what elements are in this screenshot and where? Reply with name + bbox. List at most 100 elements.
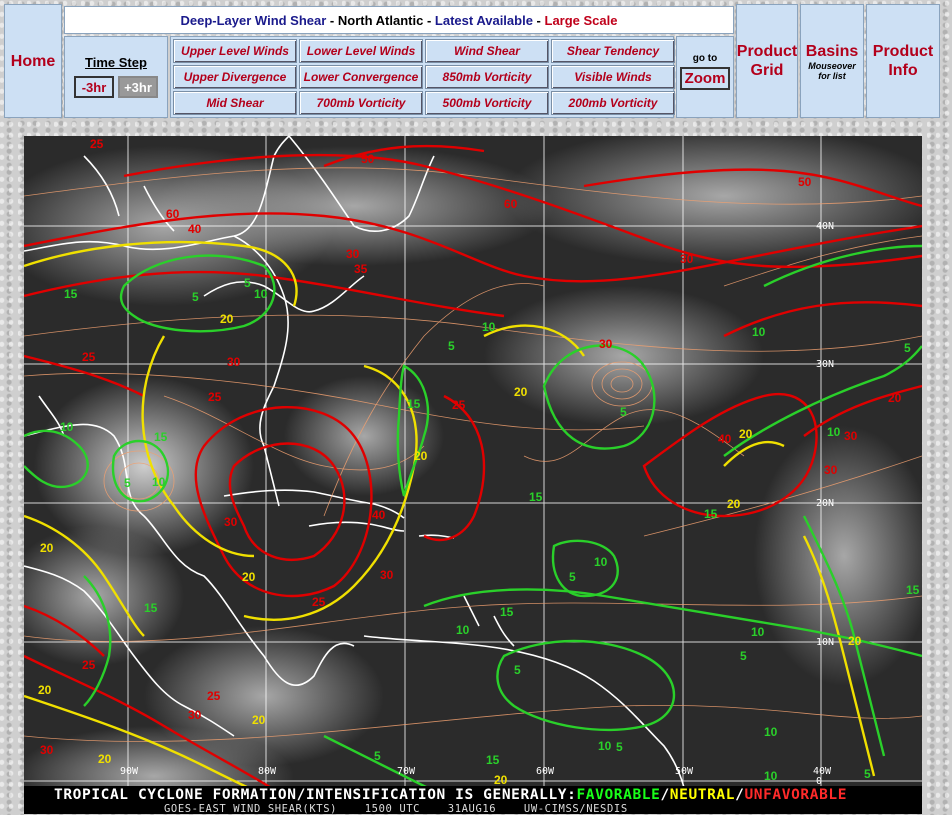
lower-convergence-button[interactable]: Lower Convergence xyxy=(299,65,423,89)
850mb-vorticity-button[interactable]: 850mb Vorticity xyxy=(425,65,549,89)
contour-label: 5 xyxy=(514,663,521,677)
product-grid-line1: Product xyxy=(736,43,798,60)
plus-3hr-button[interactable]: +3hr xyxy=(118,76,158,98)
contour-label: 50 xyxy=(798,175,812,189)
shear-tendency-button[interactable]: Shear Tendency xyxy=(551,39,675,63)
lat-label: 20N xyxy=(816,498,834,509)
wind-shear-map[interactable]: 25 50 60 50 40 60 30 30 35 25 25 30 30 4… xyxy=(24,136,922,814)
contour-label: 30 xyxy=(599,337,613,351)
contour-label: 20 xyxy=(252,713,266,727)
title-sep: - xyxy=(326,12,338,28)
title-basin: North Atlantic xyxy=(337,12,424,28)
contour-label: 25 xyxy=(208,390,222,404)
contour-label: 25 xyxy=(312,595,326,609)
contour-label: 15 xyxy=(407,397,421,411)
product-buttons: Upper Level Winds Lower Level Winds Wind… xyxy=(173,39,675,115)
contour-label: 40 xyxy=(718,432,732,446)
minus-3hr-button[interactable]: -3hr xyxy=(74,76,114,98)
700mb-vorticity-button[interactable]: 700mb Vorticity xyxy=(299,91,423,115)
product-grid-panel: Upper Level Winds Lower Level Winds Wind… xyxy=(170,36,675,118)
contour-label: 25 xyxy=(82,350,96,364)
contour-label: 15 xyxy=(500,605,514,619)
basins-button[interactable]: Basins Mouseover for list xyxy=(800,4,864,118)
wind-shear-button[interactable]: Wind Shear xyxy=(425,39,549,63)
basins-sub2: for list xyxy=(818,70,846,81)
contour-label: 20 xyxy=(220,312,234,326)
contour-label: 10 xyxy=(827,425,841,439)
contour-label: 20 xyxy=(514,385,528,399)
contour-label: 10 xyxy=(752,325,766,339)
contour-label: 30 xyxy=(824,463,838,477)
zoom-panel: go to Zoom xyxy=(676,36,734,118)
lon-label: 80W xyxy=(258,766,277,777)
upper-divergence-button[interactable]: Upper Divergence xyxy=(173,65,297,89)
contour-label: 40 xyxy=(188,222,202,236)
contour-label: 20 xyxy=(414,449,428,463)
product-grid-button[interactable]: Product Grid xyxy=(736,4,798,118)
contour-label: 15 xyxy=(144,601,158,615)
contour-label: 10 xyxy=(598,739,612,753)
contour-label: 5 xyxy=(569,570,576,584)
title-sep: - xyxy=(423,12,435,28)
lat-label: 10N xyxy=(816,637,834,648)
contour-label: 30 xyxy=(844,429,858,443)
contour-label: 30 xyxy=(224,515,238,529)
upper-level-winds-button[interactable]: Upper Level Winds xyxy=(173,39,297,63)
contour-label: 20 xyxy=(727,497,741,511)
lat-label: 30N xyxy=(816,359,834,370)
contour-label: 15 xyxy=(529,490,543,504)
contour-label: 5 xyxy=(740,649,747,663)
contour-label: 5 xyxy=(124,476,131,490)
contour-label: 10 xyxy=(254,287,268,301)
contour-label: 10 xyxy=(152,475,166,489)
product-grid-line2: Grid xyxy=(750,62,784,79)
contour-label: 10 xyxy=(594,555,608,569)
lon-label: 50W xyxy=(675,766,694,777)
contour-label: 30 xyxy=(40,743,54,757)
contour-label: 15 xyxy=(906,583,920,597)
200mb-vorticity-button[interactable]: 200mb Vorticity xyxy=(551,91,675,115)
lat-label: 40N xyxy=(816,221,834,232)
contour-label: 5 xyxy=(620,405,627,419)
lower-level-winds-button[interactable]: Lower Level Winds xyxy=(299,39,423,63)
basins-label: Basins xyxy=(805,42,859,60)
caption-line2: GOES-EAST WIND SHEAR(KTS) 1500 UTC 31AUG… xyxy=(164,803,628,815)
contour-label: 15 xyxy=(486,753,500,767)
time-step-panel: Time Step -3hr +3hr xyxy=(64,36,168,118)
visible-winds-button[interactable]: Visible Winds xyxy=(551,65,675,89)
contour-label: 20 xyxy=(848,634,862,648)
basins-sub1: Mouseover xyxy=(808,60,856,71)
contour-label: 20 xyxy=(494,773,508,787)
lon-label: 90W xyxy=(120,766,139,777)
title-product: Deep-Layer Wind Shear xyxy=(180,12,327,28)
contour-label: 15 xyxy=(64,287,78,301)
home-button[interactable]: Home xyxy=(4,4,62,118)
contour-label: 20 xyxy=(40,541,54,555)
lon-label: 40W xyxy=(813,766,832,777)
map-caption: TROPICAL CYCLONE FORMATION/INTENSIFICATI… xyxy=(24,786,922,815)
navigation-panel: Home Deep-Layer Wind Shear - North Atlan… xyxy=(4,4,940,120)
contour-label: 25 xyxy=(82,658,96,672)
zoom-button[interactable]: Zoom xyxy=(679,67,731,90)
lon-label: 60W xyxy=(536,766,555,777)
page-title: Deep-Layer Wind Shear - North Atlantic -… xyxy=(64,6,734,34)
500mb-vorticity-button[interactable]: 500mb Vorticity xyxy=(425,91,549,115)
time-step-label: Time Step xyxy=(85,55,147,70)
mid-shear-button[interactable]: Mid Shear xyxy=(173,91,297,115)
caption-line1: TROPICAL CYCLONE FORMATION/INTENSIFICATI… xyxy=(54,787,847,803)
contour-label: 5 xyxy=(616,740,623,754)
product-info-line1: Product xyxy=(872,43,934,60)
contour-label: 40 xyxy=(372,508,386,522)
favorable-label: FAVORABLE xyxy=(576,787,661,803)
caption-sep: / xyxy=(660,787,670,803)
product-info-button[interactable]: Product Info xyxy=(866,4,940,118)
contour-label: 20 xyxy=(98,752,112,766)
contour-label: 30 xyxy=(188,708,202,722)
map-svg: 25 50 60 50 40 60 30 30 35 25 25 30 30 4… xyxy=(24,136,922,814)
contour-label: 10 xyxy=(764,769,778,783)
contour-label: 20 xyxy=(38,683,52,697)
contour-label: 30 xyxy=(346,247,360,261)
contour-label: 10 xyxy=(456,623,470,637)
title-sep: - xyxy=(532,12,545,28)
contour-label: 60 xyxy=(504,197,518,211)
